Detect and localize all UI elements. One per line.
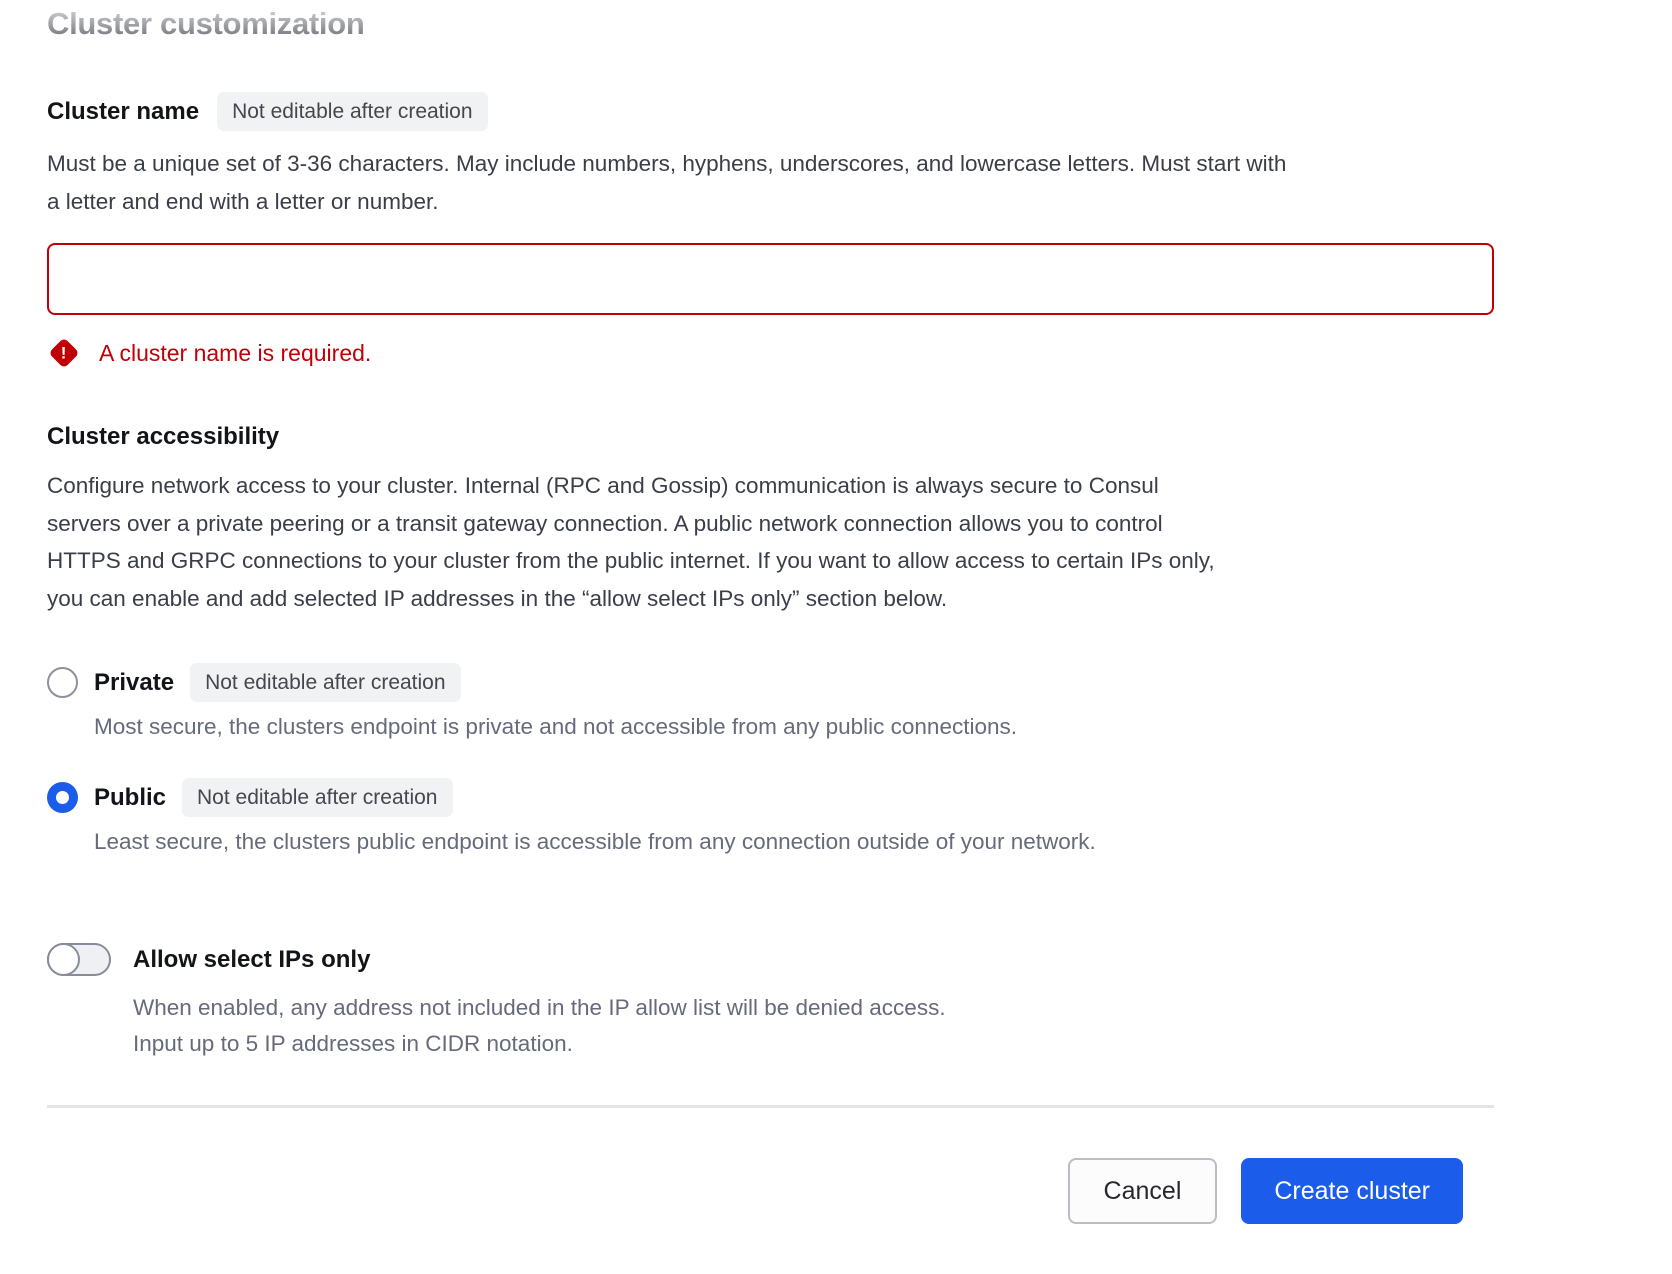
private-radio[interactable] <box>47 667 78 698</box>
public-radio-label: Public <box>94 784 166 812</box>
cluster-name-label: Cluster name <box>47 98 199 126</box>
cluster-accessibility-section: Cluster accessibility Configure network … <box>47 423 1494 1061</box>
not-editable-badge: Not editable after creation <box>182 778 452 817</box>
allow-ips-block: Allow select IPs only When enabled, any … <box>47 943 1494 1061</box>
toggle-knob-icon <box>47 943 80 976</box>
cluster-name-input[interactable] <box>47 243 1494 315</box>
public-radio[interactable] <box>47 782 78 813</box>
allow-ips-description: When enabled, any address not included i… <box>133 990 1494 1061</box>
cluster-customization-form: Cluster customization Cluster name Not e… <box>0 0 1672 1224</box>
cluster-accessibility-description: Configure network access to your cluster… <box>47 467 1494 617</box>
cluster-name-section: Cluster name Not editable after creation… <box>47 92 1494 369</box>
public-description: Least secure, the clusters public endpoi… <box>94 829 1494 855</box>
option-private: Private Not editable after creation Most… <box>47 663 1494 740</box>
create-cluster-button[interactable]: Create cluster <box>1241 1158 1463 1224</box>
private-radio-label: Private <box>94 669 174 697</box>
form-actions: Cancel Create cluster <box>47 1158 1494 1224</box>
allow-ips-toggle[interactable] <box>47 943 111 976</box>
error-message: A cluster name is required. <box>99 340 371 367</box>
footer-divider <box>47 1105 1494 1108</box>
private-description: Most secure, the clusters endpoint is pr… <box>94 714 1494 740</box>
page-title: Cluster customization <box>47 6 365 42</box>
alert-diamond-icon: ! <box>48 337 79 368</box>
cancel-button[interactable]: Cancel <box>1068 1158 1218 1224</box>
not-editable-badge: Not editable after creation <box>217 92 487 131</box>
not-editable-badge: Not editable after creation <box>190 663 460 702</box>
cluster-name-helper: Must be a unique set of 3-36 characters.… <box>47 145 1494 221</box>
allow-ips-label: Allow select IPs only <box>133 946 370 974</box>
cluster-accessibility-heading: Cluster accessibility <box>47 423 1494 451</box>
option-public: Public Not editable after creation Least… <box>47 778 1494 855</box>
cluster-name-error: ! A cluster name is required. <box>47 337 1494 369</box>
